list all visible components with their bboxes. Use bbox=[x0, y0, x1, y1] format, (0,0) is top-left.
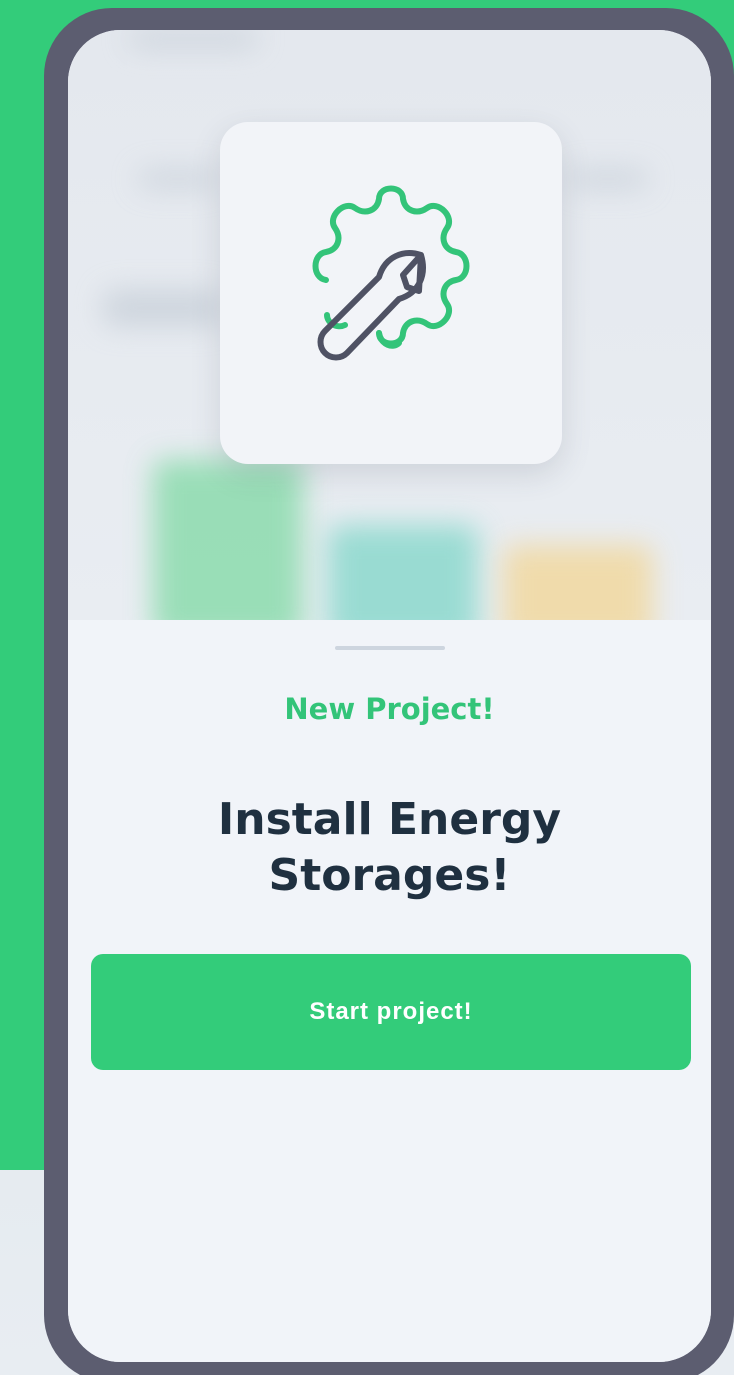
project-headline: Install Energy Storages! bbox=[217, 794, 562, 901]
wrench-gear-icon bbox=[312, 185, 470, 361]
phone-screen: New Project! Install Energy Storages! St… bbox=[68, 30, 711, 1362]
blur-chart-bar bbox=[153, 460, 303, 620]
start-project-button[interactable]: Start project! bbox=[91, 954, 691, 1070]
sheet-drag-handle[interactable] bbox=[335, 646, 445, 650]
blur-chart-bar bbox=[328, 525, 478, 620]
blur-nav-item bbox=[568, 170, 648, 188]
new-project-label: New Project! bbox=[284, 692, 495, 726]
blur-title bbox=[103, 290, 223, 326]
blur-chart-bar bbox=[503, 545, 653, 620]
blur-header-bar bbox=[128, 30, 258, 48]
icon-card bbox=[220, 122, 562, 464]
blur-nav-item bbox=[138, 170, 218, 188]
bottom-sheet: New Project! Install Energy Storages! St… bbox=[68, 620, 711, 1362]
